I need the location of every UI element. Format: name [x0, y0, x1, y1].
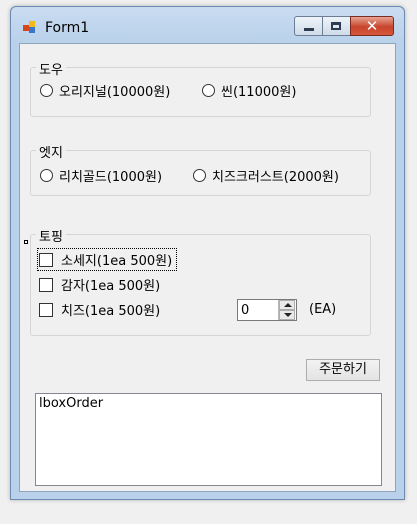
checkbox-sausage[interactable]: 소세지(1ea 500원)	[36, 248, 178, 271]
edge-groupbox: 엣지 리치골드(1000원) 치즈크러스트(2000원)	[30, 142, 371, 196]
radio-cheese-crust[interactable]: 치즈크러스트(2000원)	[193, 166, 339, 185]
radio-thin-label: 씬(11000원)	[221, 85, 297, 100]
quantity-stepper[interactable]: 0	[237, 299, 297, 321]
quantity-unit-label: (EA)	[309, 302, 337, 317]
close-icon: ✕	[365, 17, 379, 35]
dough-group-title: 도우	[36, 59, 66, 78]
topping-groupbox: 토핑 소세지(1ea 500원) 감자(1ea 500원) 치즈(1ea 500…	[24, 226, 371, 336]
radio-circle-icon	[40, 169, 53, 182]
quantity-value[interactable]: 0	[241, 303, 249, 318]
radio-circle-icon	[193, 169, 206, 182]
checkbox-square-icon	[39, 302, 53, 317]
arrow-down-icon	[284, 313, 292, 317]
maximize-icon	[331, 22, 341, 30]
title-bar[interactable]: Form1 ✕	[11, 7, 404, 43]
checkbox-square-icon	[39, 277, 53, 292]
minimize-button[interactable]	[294, 16, 322, 36]
stepper-arrows	[278, 300, 296, 320]
order-button[interactable]: 주문하기	[306, 359, 380, 381]
radio-original-label: 오리지널(10000원)	[59, 85, 171, 100]
stepper-down-button[interactable]	[279, 310, 295, 320]
minimize-icon	[304, 28, 314, 31]
radio-thin-dough[interactable]: 씬(11000원)	[202, 81, 296, 100]
checkbox-potato-label: 감자(1ea 500원)	[61, 279, 161, 294]
radio-original-dough[interactable]: 오리지널(10000원)	[40, 81, 170, 100]
caption-buttons: ✕	[294, 16, 394, 38]
radio-circle-icon	[202, 84, 215, 97]
radio-rich-gold-label: 리치골드(1000원)	[59, 170, 163, 185]
radio-circle-icon	[40, 84, 53, 97]
edge-group-title: 엣지	[36, 142, 66, 161]
checkbox-cheese[interactable]: 치즈(1ea 500원)	[39, 300, 160, 319]
checkbox-cheese-label: 치즈(1ea 500원)	[61, 304, 161, 319]
arrow-up-icon	[284, 303, 292, 307]
dough-groupbox: 도우 오리지널(10000원) 씬(11000원)	[30, 59, 371, 117]
radio-cheese-crust-label: 치즈크러스트(2000원)	[212, 170, 339, 185]
checkbox-square-icon	[39, 252, 53, 267]
focus-anchor-icon	[24, 240, 28, 244]
topping-group-title: 토핑	[36, 226, 66, 245]
maximize-button[interactable]	[322, 16, 350, 36]
app-icon[interactable]	[23, 21, 37, 35]
form-client-area: 도우 오리지널(10000원) 씬(11000원) 엣지 리치골드(1000원)…	[19, 43, 396, 492]
order-listbox[interactable]: lboxOrder	[35, 393, 382, 486]
listbox-item[interactable]: lboxOrder	[39, 396, 103, 411]
stepper-up-button[interactable]	[279, 300, 295, 310]
checkbox-sausage-label: 소세지(1ea 500원)	[61, 254, 173, 269]
radio-rich-gold[interactable]: 리치골드(1000원)	[40, 166, 162, 185]
form-window: Form1 ✕ 도우 오리지널(10000원) 씬(11000원) 엣지 리치골…	[10, 6, 405, 500]
window-title: Form1	[45, 20, 90, 36]
checkbox-potato[interactable]: 감자(1ea 500원)	[39, 275, 160, 294]
close-button[interactable]: ✕	[350, 16, 394, 36]
